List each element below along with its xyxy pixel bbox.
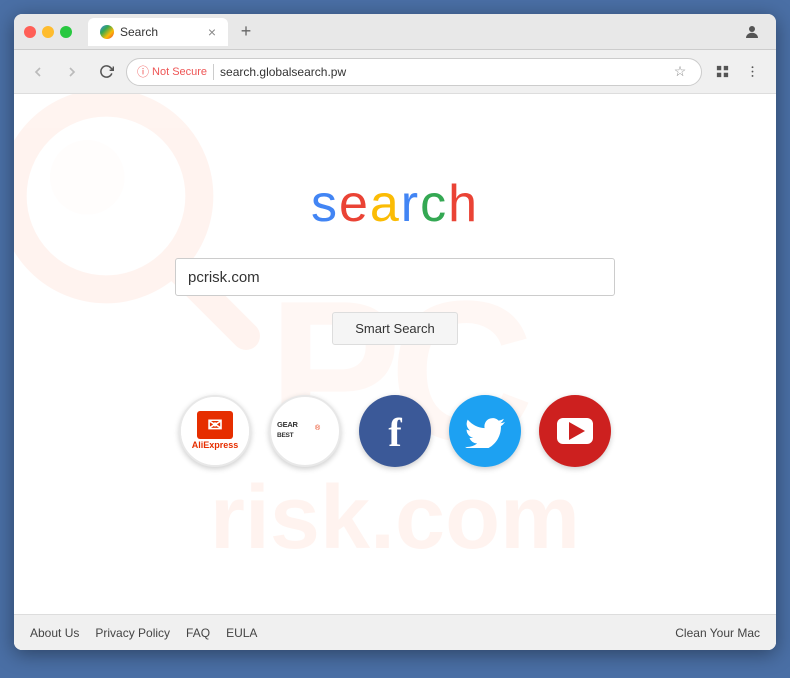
clean-your-mac-link[interactable]: Clean Your Mac: [675, 626, 760, 640]
privacy-policy-link[interactable]: Privacy Policy: [95, 626, 170, 640]
title-bar: Search × +: [14, 14, 776, 50]
window-controls: [24, 26, 72, 38]
gearbest-icon[interactable]: GEAR BEST ®: [269, 395, 341, 467]
youtube-icon[interactable]: [539, 395, 611, 467]
logo-r: r: [401, 175, 420, 233]
logo-h: h: [448, 175, 479, 233]
search-logo: search: [311, 174, 479, 234]
minimize-button[interactable]: [42, 26, 54, 38]
maximize-button[interactable]: [60, 26, 72, 38]
facebook-icon[interactable]: f: [359, 395, 431, 467]
footer-links: About Us Privacy Policy FAQ EULA: [30, 626, 257, 640]
gearbest-svg: GEAR BEST ®: [275, 411, 335, 451]
eula-link[interactable]: EULA: [226, 626, 257, 640]
aliexpress-label: AliExpress: [192, 441, 239, 451]
window-actions: [738, 18, 766, 46]
account-icon[interactable]: [738, 18, 766, 46]
twitter-bird-icon: [465, 414, 505, 448]
forward-button[interactable]: [58, 58, 86, 86]
tab-area: Search × +: [88, 18, 730, 46]
toolbar-actions: [708, 58, 766, 86]
reload-button[interactable]: [92, 58, 120, 86]
logo-c: c: [420, 175, 448, 233]
tab-title: Search: [120, 25, 202, 39]
extensions-button[interactable]: [708, 58, 736, 86]
search-button-wrapper: Smart Search: [332, 312, 457, 345]
logo-e: e: [339, 175, 370, 233]
url-separator: [213, 64, 214, 80]
youtube-triangle: [569, 422, 585, 440]
logo-a: a: [370, 175, 401, 233]
security-label: Not Secure: [152, 66, 207, 78]
smart-search-button[interactable]: Smart Search: [332, 312, 457, 345]
aliexpress-logo-symbol: ✉: [207, 415, 222, 436]
close-button[interactable]: [24, 26, 36, 38]
browser-window: Search × +: [14, 14, 776, 650]
aliexpress-icon[interactable]: ✉ AliExpress: [179, 395, 251, 467]
url-text[interactable]: search.globalsearch.pw: [220, 65, 663, 79]
menu-button[interactable]: [738, 58, 766, 86]
search-box-wrapper: [175, 258, 615, 296]
active-tab[interactable]: Search ×: [88, 18, 228, 46]
svg-text:®: ®: [315, 424, 321, 432]
svg-text:GEAR: GEAR: [277, 420, 299, 429]
about-us-link[interactable]: About Us: [30, 626, 79, 640]
new-tab-button[interactable]: +: [232, 18, 260, 46]
url-bar[interactable]: ⓘ Not Secure search.globalsearch.pw ☆: [126, 58, 702, 86]
main-content: search Smart Search ✉ AliExpress: [14, 94, 776, 614]
address-bar: ⓘ Not Secure search.globalsearch.pw ☆: [14, 50, 776, 94]
youtube-play-button: [557, 418, 593, 444]
page-content: PC risk.com search Smart Search: [14, 94, 776, 650]
twitter-icon[interactable]: [449, 395, 521, 467]
facebook-logo: f: [388, 413, 401, 453]
svg-text:BEST: BEST: [277, 432, 294, 439]
lock-icon: ⓘ: [137, 63, 149, 80]
tab-favicon: [100, 25, 114, 39]
tab-close-button[interactable]: ×: [208, 25, 216, 39]
security-indicator: ⓘ Not Secure: [137, 63, 207, 80]
faq-link[interactable]: FAQ: [186, 626, 210, 640]
search-input[interactable]: [175, 258, 615, 296]
bookmark-icon[interactable]: ☆: [669, 61, 691, 83]
logo-s: s: [311, 175, 339, 233]
page-footer: About Us Privacy Policy FAQ EULA Clean Y…: [14, 614, 776, 650]
back-button[interactable]: [24, 58, 52, 86]
social-icons: ✉ AliExpress GEAR BEST ®: [179, 395, 611, 467]
